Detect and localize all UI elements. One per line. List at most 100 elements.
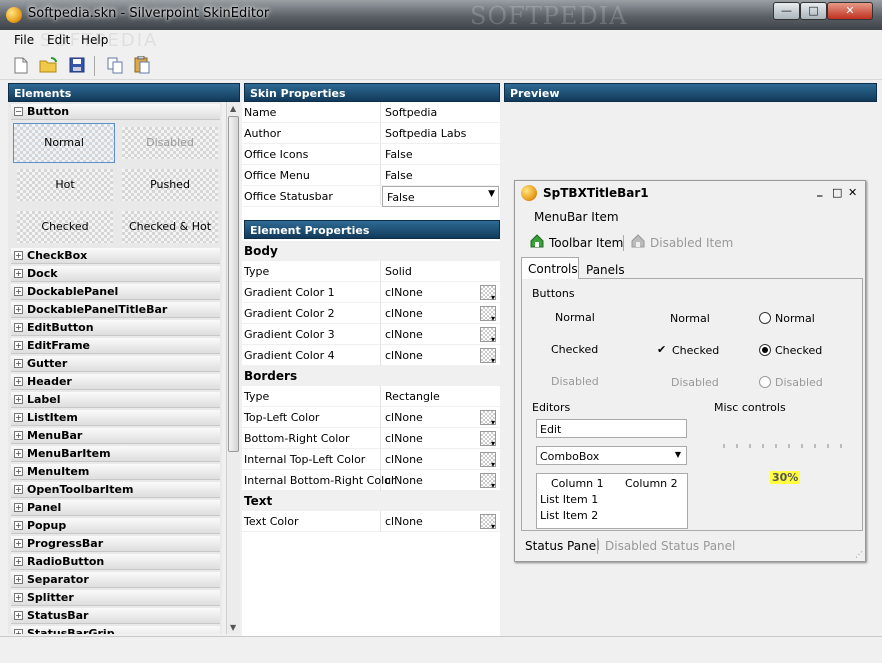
group-menuitem[interactable]: + MenuItem <box>11 464 220 480</box>
property-value[interactable]: Rectangle <box>385 390 440 403</box>
expand-icon[interactable]: + <box>14 521 23 530</box>
menu-help[interactable]: Help <box>81 33 108 47</box>
preview-maximize-button[interactable]: □ <box>832 186 842 199</box>
property-row[interactable]: Internal Bottom-Right Color clNone <box>242 470 500 491</box>
property-value[interactable]: clNone <box>385 307 423 320</box>
state-pushed[interactable]: Pushed <box>122 169 218 201</box>
expand-icon[interactable]: + <box>14 251 23 260</box>
preview-minimize-button[interactable]: _ <box>817 184 823 197</box>
expand-icon[interactable]: + <box>14 413 23 422</box>
property-value[interactable]: clNone <box>385 328 423 341</box>
color-picker-icon[interactable] <box>480 514 496 531</box>
copy-icon[interactable] <box>104 55 126 75</box>
color-picker-icon[interactable] <box>480 348 496 365</box>
property-value[interactable]: False <box>385 169 413 182</box>
color-picker-icon[interactable] <box>480 410 496 427</box>
list-column-2[interactable]: Column 2 <box>625 477 678 490</box>
color-picker-icon[interactable] <box>480 452 496 469</box>
property-row[interactable]: Top-Left Color clNone <box>242 407 500 428</box>
edit-field[interactable]: Edit <box>536 419 687 438</box>
color-picker-icon[interactable] <box>480 431 496 448</box>
group-gutter[interactable]: + Gutter <box>11 356 220 372</box>
property-row[interactable]: Office Statusbar False ▼ <box>242 186 500 207</box>
scroll-up-icon[interactable]: ▲ <box>230 104 236 113</box>
close-button[interactable]: ✕ <box>827 2 873 20</box>
property-row[interactable]: Office Icons False <box>242 144 500 165</box>
state-disabled[interactable]: Disabled <box>122 127 218 159</box>
combobox[interactable]: ComboBox ▼ <box>536 446 687 465</box>
tab-panels[interactable]: Panels <box>586 263 625 277</box>
office-statusbar-dropdown[interactable]: False ▼ <box>382 186 499 207</box>
group-button[interactable]: − Button <box>11 104 220 120</box>
trackbar[interactable] <box>722 442 848 452</box>
group-progressbar[interactable]: + ProgressBar <box>11 536 220 552</box>
property-value[interactable]: clNone <box>385 453 423 466</box>
expand-icon[interactable]: + <box>14 467 23 476</box>
minimize-button[interactable]: — <box>773 2 800 20</box>
color-picker-icon[interactable] <box>480 306 496 323</box>
expand-icon[interactable]: + <box>14 287 23 296</box>
group-menubaritem[interactable]: + MenuBarItem <box>11 446 220 462</box>
property-row[interactable]: Bottom-Right Color clNone <box>242 428 500 449</box>
expand-icon[interactable]: + <box>14 575 23 584</box>
group-dock[interactable]: + Dock <box>11 266 220 282</box>
tab-controls[interactable]: Controls <box>521 257 579 279</box>
resize-grip-icon[interactable]: ⋰ <box>855 550 863 559</box>
property-value[interactable]: clNone <box>385 515 423 528</box>
group-dockablepaneltitlebar[interactable]: + DockablePanelTitleBar <box>11 302 220 318</box>
property-value[interactable]: clNone <box>385 349 423 362</box>
expand-icon[interactable]: + <box>14 269 23 278</box>
expand-icon[interactable]: + <box>14 449 23 458</box>
property-row[interactable]: Text Color clNone <box>242 511 500 532</box>
property-value[interactable]: Softpedia <box>385 106 437 119</box>
list-view[interactable]: Column 1 Column 2 List Item 1 List Item … <box>536 473 688 529</box>
group-radiobutton[interactable]: + RadioButton <box>11 554 220 570</box>
expand-icon[interactable]: + <box>14 485 23 494</box>
property-value[interactable]: False <box>385 148 413 161</box>
maximize-button[interactable]: □ <box>800 2 827 20</box>
list-column-1[interactable]: Column 1 <box>551 477 604 490</box>
group-checkbox[interactable]: + CheckBox <box>11 248 220 264</box>
elements-scrollbar[interactable]: ▲ ▼ <box>226 102 240 634</box>
menu-file[interactable]: File <box>14 33 34 47</box>
paste-icon[interactable] <box>131 55 153 75</box>
property-value[interactable]: clNone <box>385 286 423 299</box>
group-statusbargrip[interactable]: + StatusBarGrip <box>11 626 220 634</box>
property-value[interactable]: Solid <box>385 265 412 278</box>
group-splitter[interactable]: + Splitter <box>11 590 220 606</box>
group-listitem[interactable]: + ListItem <box>11 410 220 426</box>
open-folder-icon[interactable] <box>38 55 60 75</box>
expand-icon[interactable]: + <box>14 323 23 332</box>
group-separator[interactable]: + Separator <box>11 572 220 588</box>
list-item[interactable]: List Item 2 <box>540 509 598 522</box>
expand-icon[interactable]: + <box>14 629 23 634</box>
property-row[interactable]: Author Softpedia Labs <box>242 123 500 144</box>
group-opentoolbaritem[interactable]: + OpenToolbarItem <box>11 482 220 498</box>
group-panel[interactable]: + Panel <box>11 500 220 516</box>
group-statusbar[interactable]: + StatusBar <box>11 608 220 624</box>
collapse-icon[interactable]: − <box>14 107 23 116</box>
property-row[interactable]: Gradient Color 3 clNone <box>242 324 500 345</box>
group-header[interactable]: + Header <box>11 374 220 390</box>
group-editframe[interactable]: + EditFrame <box>11 338 220 354</box>
chevron-down-icon[interactable]: ▼ <box>488 189 495 199</box>
property-value[interactable]: clNone <box>385 432 423 445</box>
color-picker-icon[interactable] <box>480 285 496 302</box>
expand-icon[interactable]: + <box>14 395 23 404</box>
property-row[interactable]: Office Menu False <box>242 165 500 186</box>
expand-icon[interactable]: + <box>14 431 23 440</box>
property-row[interactable]: Type Rectangle <box>242 386 500 407</box>
checkbox-normal[interactable]: Normal <box>670 312 710 325</box>
group-dockablepanel[interactable]: + DockablePanel <box>11 284 220 300</box>
property-row[interactable]: Gradient Color 4 clNone <box>242 345 500 366</box>
scroll-down-icon[interactable]: ▼ <box>230 623 236 632</box>
state-hot[interactable]: Hot <box>17 169 113 201</box>
color-picker-icon[interactable] <box>480 327 496 344</box>
property-value[interactable]: Softpedia Labs <box>385 127 466 140</box>
expand-icon[interactable]: + <box>14 611 23 620</box>
property-row[interactable]: Name Softpedia <box>242 102 500 123</box>
button-checked[interactable]: Checked <box>551 343 598 356</box>
group-menubar[interactable]: + MenuBar <box>11 428 220 444</box>
expand-icon[interactable]: + <box>14 359 23 368</box>
radio-checked[interactable] <box>759 344 771 356</box>
